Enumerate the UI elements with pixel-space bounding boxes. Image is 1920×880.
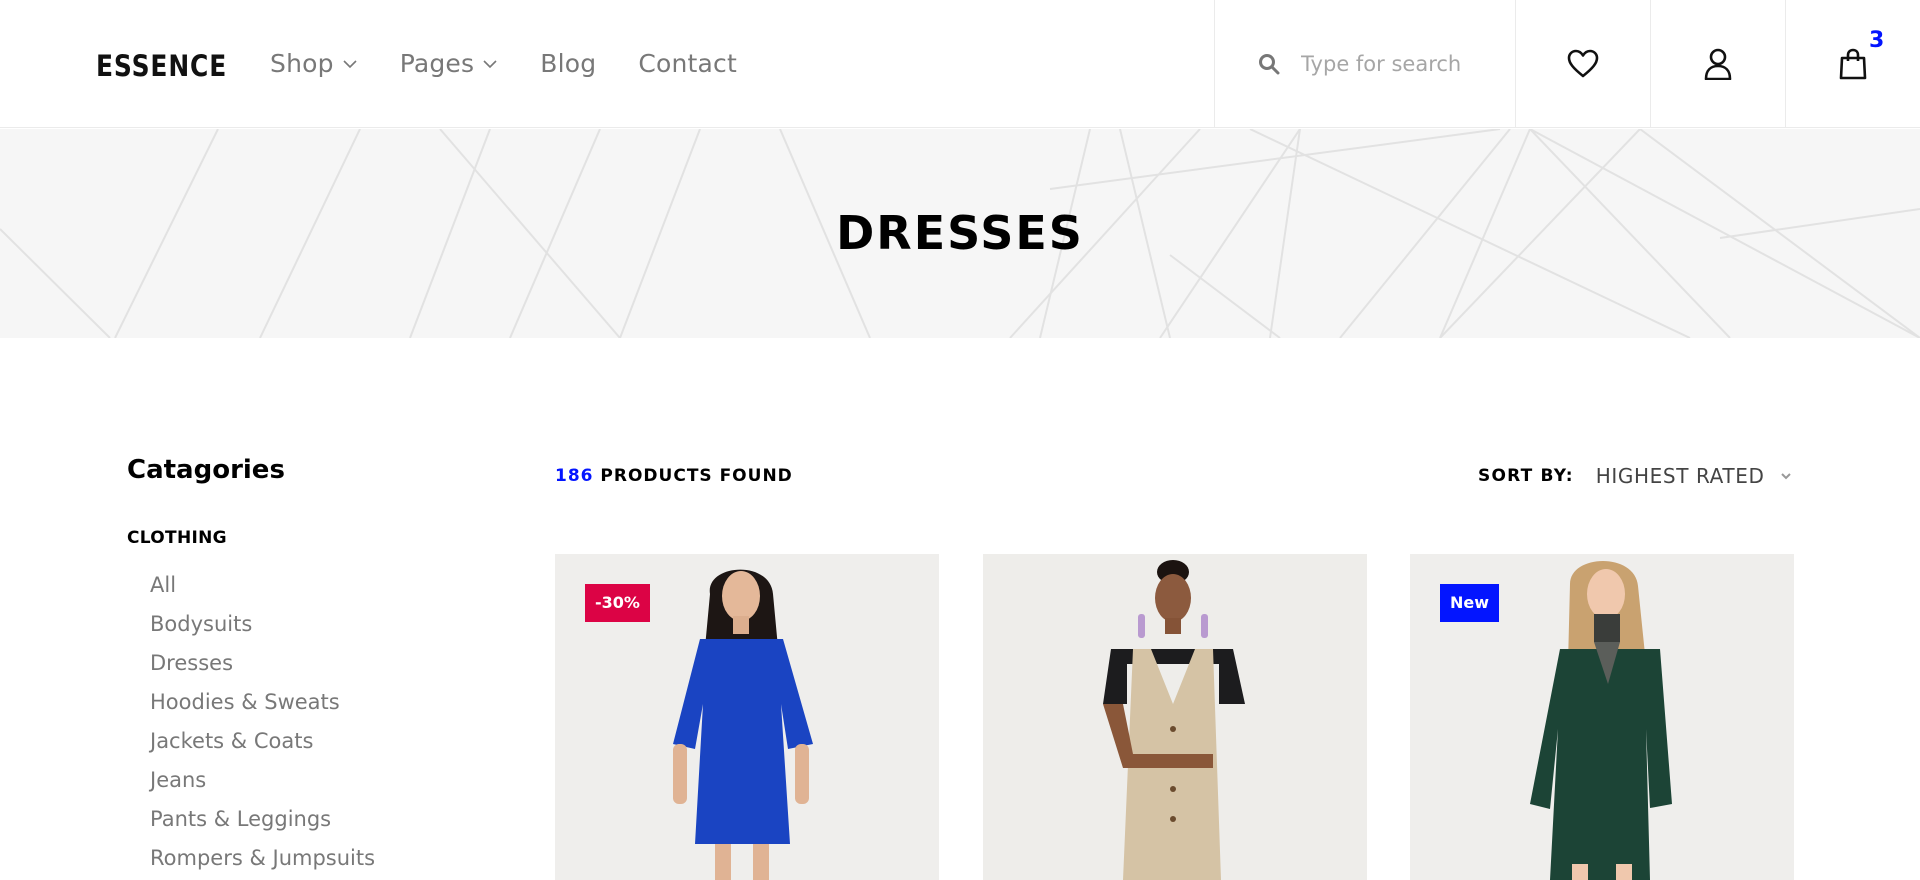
sort-selected-value: HIGHEST RATED (1595, 464, 1765, 488)
nav-item-contact[interactable]: Contact (638, 46, 737, 82)
category-item-pants-leggings[interactable]: Pants & Leggings (150, 800, 427, 839)
account-button[interactable] (1650, 0, 1785, 128)
user-icon (1704, 48, 1732, 80)
sidebar-section-clothing[interactable]: CLOTHING (127, 526, 427, 550)
search-icon[interactable] (1257, 52, 1281, 76)
brand-logo[interactable]: ESSENCE (96, 48, 227, 84)
sort-control: SORT BY: HIGHEST RATED (1478, 458, 1792, 494)
nav-item-label: Shop (270, 49, 334, 78)
wishlist-button[interactable] (1515, 0, 1650, 128)
products-count: 186 (555, 466, 594, 486)
category-item-all[interactable]: All (150, 566, 427, 605)
product-card[interactable]: -30% (555, 554, 939, 880)
heart-icon (1567, 49, 1599, 78)
category-sidebar: Catagories CLOTHING All Bodysuits Dresse… (127, 452, 427, 878)
discount-badge: -30% (585, 584, 650, 622)
site-header: ESSENCE Shop Pages Blog Contact Type for… (0, 0, 1920, 128)
sort-select[interactable]: HIGHEST RATED (1596, 460, 1793, 492)
nav-item-pages[interactable]: Pages (400, 46, 499, 82)
nav-item-label: Pages (399, 49, 475, 78)
cart-count-badge: 3 (1869, 28, 1885, 53)
category-item-rompers-jumpsuits[interactable]: Rompers & Jumpsuits (150, 839, 427, 878)
nav-item-shop[interactable]: Shop (270, 46, 358, 82)
sidebar-title: Catagories (127, 455, 285, 485)
product-image (983, 554, 1367, 880)
product-card[interactable]: New (1410, 554, 1794, 880)
nav-item-blog[interactable]: Blog (540, 46, 596, 82)
category-item-hoodies-sweats[interactable]: Hoodies & Sweats (150, 683, 427, 722)
nav-item-label: Contact (638, 49, 737, 78)
sort-label: SORT BY: (1478, 466, 1574, 486)
category-item-bodysuits[interactable]: Bodysuits (150, 605, 427, 644)
products-found-count: 186 PRODUCTS FOUND (555, 464, 793, 488)
chevron-down-icon (483, 60, 497, 69)
main-nav: Shop Pages Blog Contact (270, 46, 779, 82)
category-item-dresses[interactable]: Dresses (150, 644, 427, 683)
category-item-jackets-coats[interactable]: Jackets & Coats (150, 722, 427, 761)
cart-button[interactable]: 3 (1785, 0, 1920, 128)
shopping-bag-icon (1839, 48, 1867, 80)
search-input[interactable] (1301, 52, 1501, 76)
page-title: DRESSES (836, 206, 1084, 260)
category-item-jeans[interactable]: Jeans (150, 761, 427, 800)
category-banner: DRESSES (0, 129, 1920, 338)
nav-item-label: Blog (540, 49, 597, 78)
chevron-down-icon (343, 60, 357, 69)
search-box (1214, 0, 1516, 128)
product-grid: -30% New (555, 554, 1795, 880)
product-card[interactable] (983, 554, 1367, 880)
category-list: All Bodysuits Dresses Hoodies & Sweats J… (127, 566, 427, 878)
chevron-down-icon (1781, 473, 1792, 480)
new-badge: New (1440, 584, 1500, 622)
products-found-label: PRODUCTS FOUND (600, 466, 793, 486)
